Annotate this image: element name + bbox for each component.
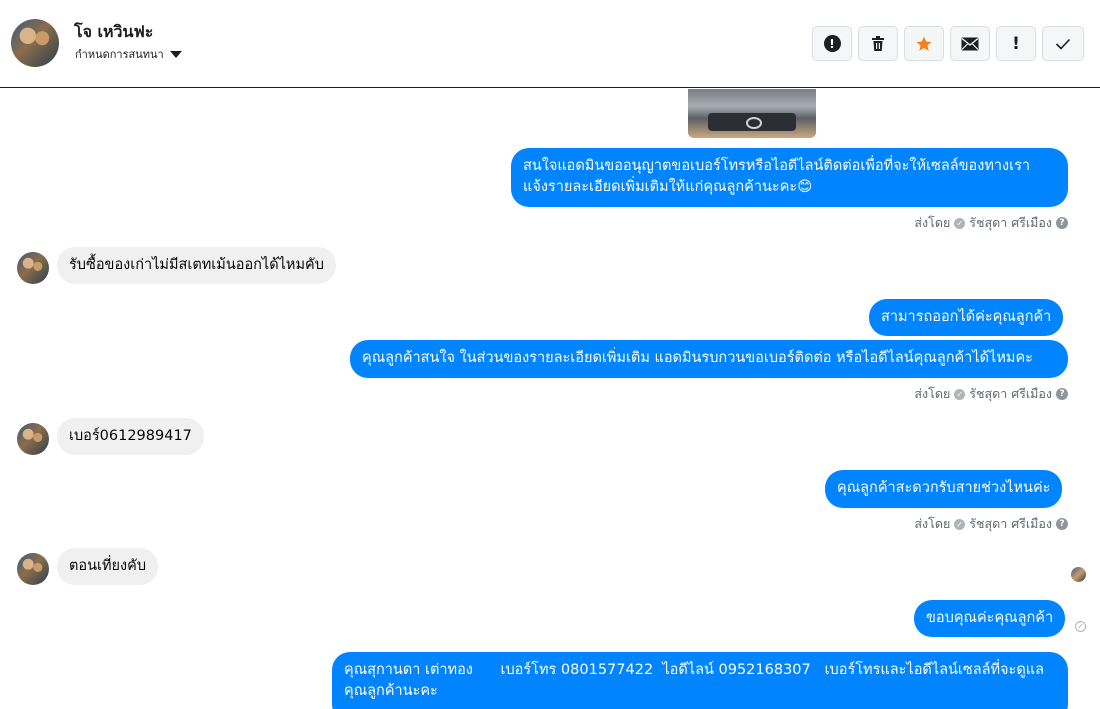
message-outgoing[interactable]: คุณสุกานดา เต่าทอง เบอร์โทร 0801577422 ไ…	[332, 652, 1068, 709]
check-badge-icon: ✓	[954, 388, 966, 400]
alert-circle-icon: !	[823, 35, 841, 52]
caret-down-icon	[169, 50, 182, 58]
delete-button[interactable]	[858, 26, 898, 61]
sent-by-info: ส่งโดย ✓ รัชสุดา ศรีเมือง ?	[914, 514, 1068, 534]
message-outgoing[interactable]: สามารถออกได้ค่ะคุณลูกค้า	[869, 299, 1064, 336]
help-icon[interactable]: ?	[1056, 217, 1068, 229]
envelope-icon	[961, 37, 979, 50]
exclamation-icon: !	[1012, 33, 1020, 54]
contact-avatar[interactable]	[11, 19, 59, 67]
sent-by-info: ส่งโดย ✓ รัชสุดา ศรีเมือง ?	[914, 384, 1068, 404]
attached-photo[interactable]	[688, 89, 816, 138]
contact-avatar-small	[17, 252, 49, 284]
contact-avatar-small	[17, 423, 49, 455]
star-icon	[916, 36, 932, 51]
message-incoming[interactable]: ตอนเที่ยงคับ	[57, 548, 159, 585]
car-logo-icon	[746, 117, 762, 129]
message-outgoing[interactable]: คุณลูกค้าสะดวกรับสายช่วงไหนค่ะ	[825, 470, 1063, 508]
check-badge-icon: ✓	[954, 217, 966, 229]
header-actions: ! !	[812, 26, 1084, 61]
contact-name[interactable]: โจ เหวินฟะ	[74, 20, 153, 45]
trash-icon	[872, 36, 884, 51]
seen-avatar	[1071, 567, 1086, 582]
checkmark-icon	[1055, 38, 1071, 50]
message-outgoing[interactable]: คุณลูกค้าสนใจ ในส่วนของรายละเอียดเพิ่มเต…	[350, 340, 1068, 378]
mark-unread-button[interactable]	[950, 26, 990, 61]
message-thread[interactable]: สนใจแอดมินขออนุญาตขอเบอร์โทรหรือไอดีไลน์…	[0, 89, 1100, 709]
follow-up-button[interactable]: !	[996, 26, 1036, 61]
message-outgoing[interactable]: ขอบคุณค่ะคุณลูกค้า	[914, 600, 1066, 637]
check-badge-icon: ✓	[954, 518, 966, 530]
spam-button[interactable]: !	[812, 26, 852, 61]
mark-done-button[interactable]	[1042, 26, 1084, 61]
help-icon[interactable]: ?	[1056, 388, 1068, 400]
sent-by-info: ส่งโดย ✓ รัชสุดา ศรีเมือง ?	[914, 213, 1068, 233]
contact-avatar-small	[17, 553, 49, 585]
conversation-header: โจ เหวินฟะ กำหนดการสนทนา ! !	[0, 0, 1100, 88]
message-incoming[interactable]: เบอร์0612989417	[57, 418, 204, 455]
delivered-check-icon: ✓	[1075, 621, 1086, 632]
star-button[interactable]	[904, 26, 944, 61]
message-incoming[interactable]: รับซื้อของเก่าไม่มีสเตทเม้นออกได้ไหมคับ	[57, 247, 336, 284]
message-outgoing[interactable]: สนใจแอดมินขออนุญาตขอเบอร์โทรหรือไอดีไลน์…	[511, 148, 1068, 207]
assign-conversation-label: กำหนดการสนทนา	[75, 48, 164, 61]
help-icon[interactable]: ?	[1056, 518, 1068, 530]
assign-conversation-dropdown[interactable]: กำหนดการสนทนา	[75, 45, 182, 63]
